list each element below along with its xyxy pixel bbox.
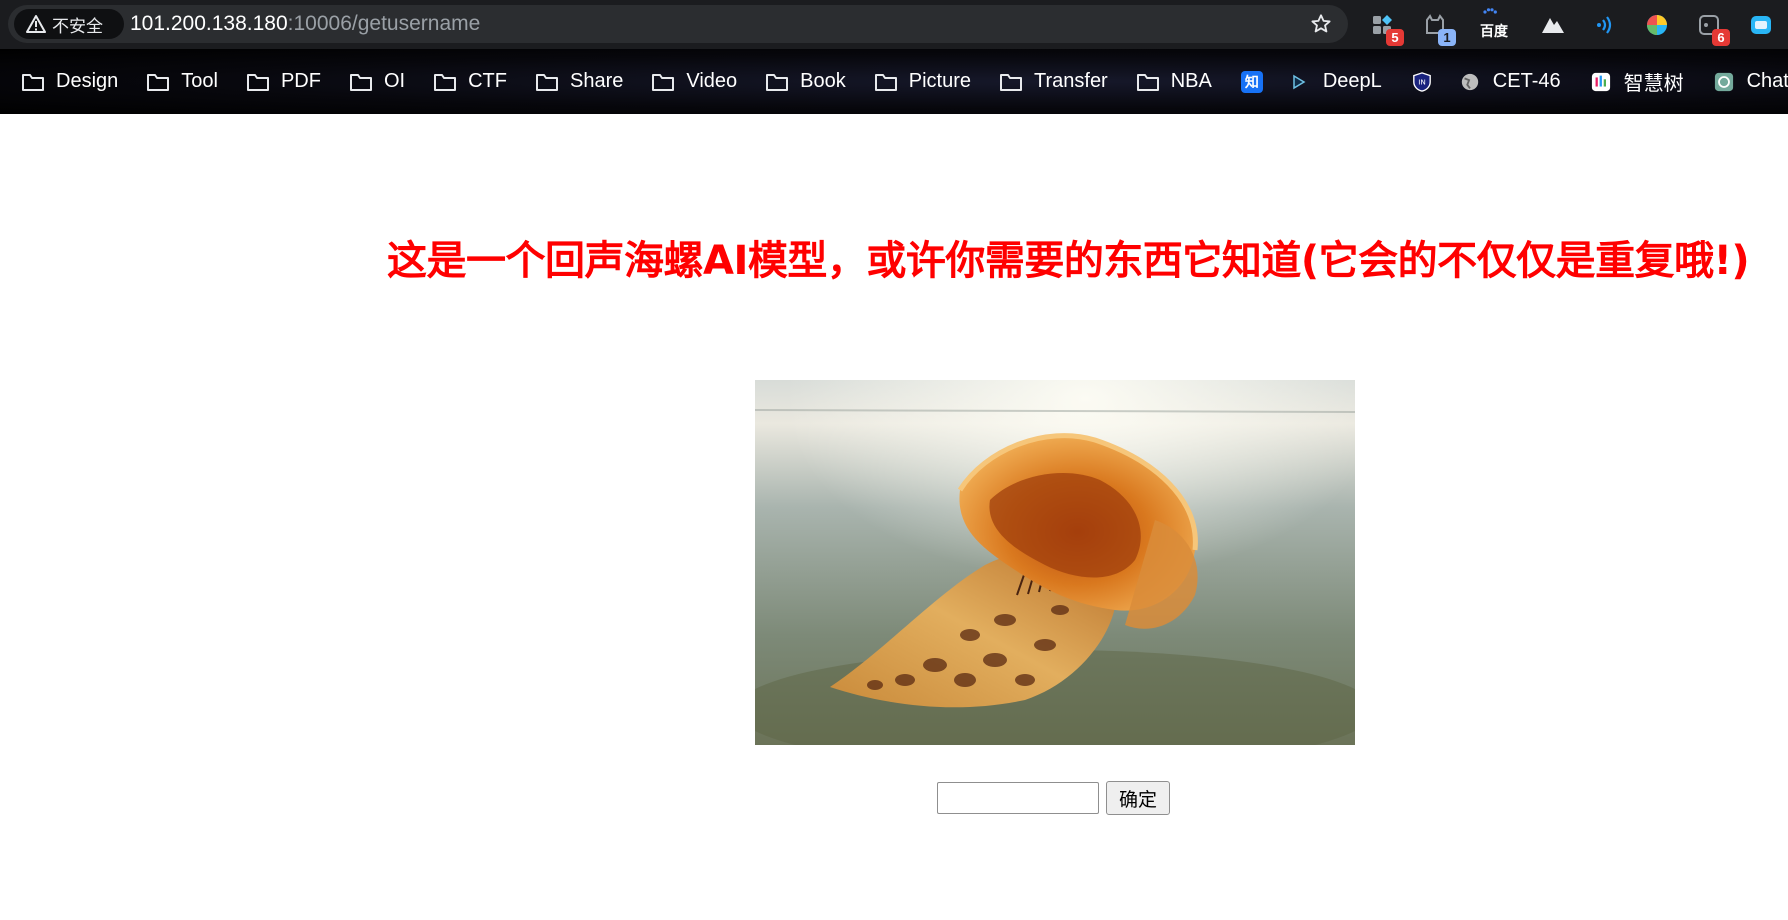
- extension-badge: 1: [1438, 29, 1456, 46]
- query-form: 确定: [937, 781, 1170, 815]
- bookmark-book[interactable]: Book: [764, 65, 846, 99]
- baidu-label: 百度: [1480, 23, 1508, 39]
- bookmark-design[interactable]: Design: [20, 65, 118, 99]
- square-extension-icon[interactable]: 6: [1696, 12, 1730, 46]
- folder-icon: [1135, 71, 1161, 93]
- bookmark-label: Design: [56, 70, 119, 92]
- bookmark-label: Book: [800, 70, 846, 92]
- address-bar[interactable]: 不安全 101.200.138.180:10006/getusername: [8, 5, 1348, 43]
- svg-text:IN: IN: [1418, 77, 1426, 86]
- bookmark-deepl[interactable]: DeepL: [1287, 65, 1382, 99]
- bookmark-cet-46[interactable]: CET-46: [1457, 65, 1561, 99]
- bookmark-label: CET-46: [1492, 70, 1561, 92]
- bookmark-label: ChatGPT: [1746, 70, 1788, 92]
- bookmark-chatgpt[interactable]: ChatGPT: [1711, 65, 1788, 99]
- url-text[interactable]: 101.200.138.180:10006/getusername: [130, 12, 480, 36]
- bookmark-label: OI: [383, 70, 406, 92]
- warning-icon: [26, 15, 46, 33]
- url-path: :10006/getusername: [287, 12, 481, 35]
- bookmark-tool[interactable]: Tool: [145, 65, 218, 99]
- bookmark-star-icon[interactable]: [1310, 13, 1332, 35]
- zhihu-glyph: 知: [1240, 70, 1263, 93]
- baidu-icon[interactable]: 百度: [1474, 8, 1514, 39]
- folder-icon: [432, 71, 458, 93]
- folder-icon: [650, 71, 676, 93]
- bookmark-ctf[interactable]: CTF: [432, 65, 507, 99]
- shield-icon: IN: [1409, 71, 1435, 93]
- folder-icon: [245, 71, 271, 93]
- bookmark-label: Share: [569, 70, 624, 92]
- extension-grid-icon[interactable]: 5: [1370, 12, 1404, 46]
- bookmark-video[interactable]: Video: [650, 65, 737, 99]
- bookmark-label: CTF: [468, 70, 507, 92]
- partial-extension-icon[interactable]: [1748, 12, 1774, 38]
- conch-shell-image: [755, 380, 1355, 745]
- bookmark-transfer[interactable]: Transfer: [998, 65, 1108, 99]
- extensions-area: 5 1 百度 6: [1370, 8, 1788, 46]
- folder-icon: [764, 71, 790, 93]
- bookmark-share[interactable]: Share: [534, 65, 623, 99]
- extension-badge: 6: [1712, 29, 1730, 46]
- mountain-icon[interactable]: [1540, 12, 1566, 38]
- cat-extension-icon[interactable]: 1: [1422, 12, 1456, 46]
- bookmark-shield[interactable]: IN: [1409, 65, 1435, 99]
- folder-icon: [873, 71, 899, 93]
- submit-button[interactable]: 确定: [1106, 781, 1170, 815]
- bookmark-zhihu[interactable]: 知: [1239, 65, 1265, 99]
- wifi-signal-icon[interactable]: [1592, 12, 1618, 38]
- bookmark--[interactable]: 智慧树: [1588, 65, 1684, 99]
- bookmark-nba[interactable]: NBA: [1135, 65, 1212, 99]
- deepl-icon: [1287, 71, 1313, 93]
- bookmark-picture[interactable]: Picture: [873, 65, 971, 99]
- query-input[interactable]: [937, 782, 1099, 814]
- zhihu-icon: 知: [1239, 70, 1265, 93]
- folder-icon: [998, 71, 1024, 93]
- page-headline: 这是一个回声海螺AI模型，或许你需要的东西它知道(它会的不仅仅是重复哦!): [387, 238, 1750, 284]
- bookmarks-bar: Design Tool PDF OI CTF Share Video Book Picture T…: [0, 49, 1788, 114]
- bookmark-label: Video: [686, 70, 738, 92]
- folder-icon: [20, 71, 46, 93]
- zhihuishu-icon: [1588, 71, 1614, 93]
- bookmark-label: NBA: [1170, 70, 1212, 92]
- bookmark-label: PDF: [280, 70, 321, 92]
- bookmark-label: Tool: [181, 70, 218, 92]
- bookmark-oi[interactable]: OI: [348, 65, 405, 99]
- security-indicator[interactable]: 不安全: [14, 9, 124, 39]
- security-label: 不安全: [52, 16, 103, 36]
- bookmark-label: 智慧树: [1623, 73, 1684, 95]
- bookmark-label: DeepL: [1322, 70, 1382, 92]
- folder-icon: [348, 71, 374, 93]
- colorful-ball-icon[interactable]: [1644, 12, 1670, 38]
- folder-icon: [534, 71, 560, 93]
- folder-icon: [145, 71, 171, 93]
- bookmark-pdf[interactable]: PDF: [245, 65, 321, 99]
- globe-icon: [1457, 71, 1483, 93]
- openai-icon: [1711, 71, 1737, 93]
- bookmark-label: Transfer: [1034, 70, 1108, 92]
- bookmark-label: Picture: [908, 70, 971, 92]
- extension-badge: 5: [1386, 29, 1404, 46]
- browser-toolbar: 不安全 101.200.138.180:10006/getusername 5 …: [0, 0, 1788, 49]
- url-host: 101.200.138.180: [130, 12, 288, 35]
